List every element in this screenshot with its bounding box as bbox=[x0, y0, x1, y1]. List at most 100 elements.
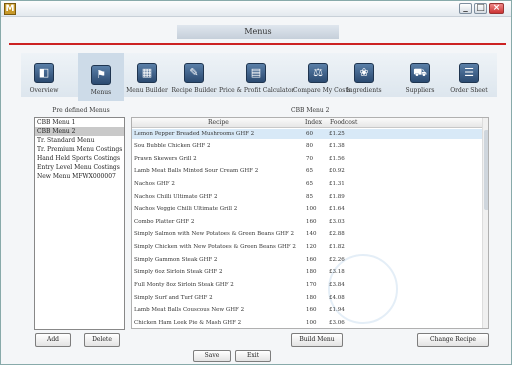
cell-recipe: Lemon Pepper Breaded Mushrooms GHF 2 bbox=[134, 131, 255, 137]
delete-button[interactable]: Delete bbox=[84, 333, 120, 347]
list-item[interactable]: CBB Menu 2 bbox=[35, 127, 124, 136]
toolbar-item-calculator[interactable]: ▤ Price & Profit Calculator bbox=[219, 63, 295, 103]
column-header-recipe[interactable]: Recipe bbox=[208, 119, 229, 126]
toolbar-item-menus[interactable]: ⚑ Menus bbox=[78, 53, 124, 101]
cell-foodcost: £3.03 bbox=[329, 219, 345, 225]
recipe-builder-icon: ✎ bbox=[184, 63, 204, 83]
header-divider bbox=[9, 43, 506, 45]
maximize-button[interactable]: □ bbox=[474, 3, 487, 14]
cell-foodcost: £1.25 bbox=[329, 131, 345, 137]
column-header-foodcost[interactable]: Foodcost bbox=[330, 119, 357, 126]
calculator-icon: ▤ bbox=[246, 63, 266, 83]
table-row[interactable]: Simply Salmon with New Potatoes & Green … bbox=[132, 229, 482, 239]
cell-index: 180 bbox=[306, 269, 317, 275]
cell-recipe: Nachos GHF 2 bbox=[134, 181, 175, 187]
cell-foodcost: £3.06 bbox=[329, 320, 345, 326]
predefined-menus-title: Pre defined Menus bbox=[52, 107, 110, 114]
cell-index: 60 bbox=[306, 131, 313, 137]
ingredients-icon: ❀ bbox=[354, 63, 374, 83]
cell-foodcost: £1.94 bbox=[329, 307, 345, 313]
cell-recipe: Simply 6oz Sirloin Steak GHF 2 bbox=[134, 269, 223, 275]
menu-builder-icon: ▦ bbox=[137, 63, 157, 83]
list-item[interactable]: Tr. Standard Menu bbox=[35, 136, 124, 145]
toolbar-item-recipe-builder[interactable]: ✎ Recipe Builder bbox=[171, 63, 217, 103]
app-icon: M bbox=[4, 3, 16, 15]
table-row[interactable]: Nachos GHF 2 65 £1.31 bbox=[132, 179, 482, 189]
cell-foodcost: £3.18 bbox=[329, 269, 345, 275]
cell-index: 160 bbox=[306, 257, 317, 263]
list-item[interactable]: Hand Held Sports Costings bbox=[35, 154, 124, 163]
page-title: Menus bbox=[177, 25, 339, 39]
recipe-table[interactable]: Recipe Index Foodcost Lemon Pepper Bread… bbox=[131, 117, 489, 329]
table-row[interactable]: Lamb Meat Balls Minted Sour Cream GHF 2 … bbox=[132, 166, 482, 176]
cell-index: 65 bbox=[306, 181, 313, 187]
change-recipe-button[interactable]: Change Recipe bbox=[417, 333, 489, 347]
cell-index: 85 bbox=[306, 194, 313, 200]
cell-recipe: Nachos Veggie Chilli Ultimate Grill 2 bbox=[134, 206, 238, 212]
add-button[interactable]: Add bbox=[35, 333, 71, 347]
table-row[interactable]: Simply 6oz Sirloin Steak GHF 2 180 £3.18 bbox=[132, 267, 482, 277]
cell-foodcost: £0.92 bbox=[329, 168, 345, 174]
toolbar-item-order-sheet[interactable]: ☰ Order Sheet bbox=[447, 63, 491, 103]
cell-foodcost: £1.89 bbox=[329, 194, 345, 200]
scrollbar-thumb[interactable] bbox=[484, 130, 488, 210]
cell-recipe: Nachos Chilli Ultimate GHF 2 bbox=[134, 194, 218, 200]
list-item[interactable]: New Menu MFWX000007 bbox=[35, 172, 124, 181]
table-row[interactable]: Prawn Skewers Grill 2 70 £1.56 bbox=[132, 154, 482, 164]
toolbar-item-label: Menu Builder bbox=[126, 87, 168, 94]
suppliers-icon: ⛟ bbox=[410, 63, 430, 83]
table-row[interactable]: Nachos Chilli Ultimate GHF 2 85 £1.89 bbox=[132, 192, 482, 202]
table-row[interactable]: Chicken Ham Leek Pie & Mash GHF 2 100 £3… bbox=[132, 318, 482, 328]
toolbar-item-label: Order Sheet bbox=[450, 87, 488, 94]
toolbar-item-label: Price & Profit Calculator bbox=[219, 87, 295, 94]
save-button[interactable]: Save bbox=[193, 350, 231, 362]
toolbar-item-ingredients[interactable]: ❀ Ingredients bbox=[343, 63, 385, 103]
list-item[interactable]: Entry Level Menu Costings bbox=[35, 163, 124, 172]
cell-recipe: Sou Bubble Chicken GHF 2 bbox=[134, 143, 211, 149]
toolbar-item-menu-builder[interactable]: ▦ Menu Builder bbox=[125, 63, 169, 103]
toolbar-item-label: Recipe Builder bbox=[171, 87, 217, 94]
toolbar-item-label: Overview bbox=[29, 87, 59, 94]
cell-index: 180 bbox=[306, 295, 317, 301]
predefined-menus-list[interactable]: CBB Menu 1 CBB Menu 2 Tr. Standard Menu … bbox=[34, 117, 125, 330]
cell-foodcost: £3.84 bbox=[329, 282, 345, 288]
toolbar-item-label: Ingredients bbox=[346, 87, 382, 94]
table-row[interactable]: Simply Surf and Turf GHF 2 180 £4.08 bbox=[132, 293, 482, 303]
close-button[interactable]: × bbox=[489, 3, 504, 14]
table-row[interactable]: Simply Chicken with New Potatoes & Green… bbox=[132, 242, 482, 252]
cell-index: 160 bbox=[306, 219, 317, 225]
cell-recipe: Simply Surf and Turf GHF 2 bbox=[134, 295, 213, 301]
table-row[interactable]: Full Monty 8oz Sirloin Steak GHF 2 170 £… bbox=[132, 280, 482, 290]
cell-recipe: Prawn Skewers Grill 2 bbox=[134, 156, 197, 162]
table-row[interactable]: Lemon Pepper Breaded Mushrooms GHF 2 60 … bbox=[132, 129, 482, 139]
table-header: Recipe Index Foodcost bbox=[132, 118, 482, 128]
cell-index: 100 bbox=[306, 206, 317, 212]
toolbar-item-suppliers[interactable]: ⛟ Suppliers bbox=[399, 63, 441, 103]
table-row[interactable]: Lamb Meat Balls Couscous New GHF 2 160 £… bbox=[132, 305, 482, 315]
table-row[interactable]: Sou Bubble Chicken GHF 2 80 £1.38 bbox=[132, 141, 482, 151]
cell-recipe: Full Monty 8oz Sirloin Steak GHF 2 bbox=[134, 282, 234, 288]
compare-costs-icon: ⚖ bbox=[308, 63, 328, 83]
cell-recipe: Chicken Ham Leek Pie & Mash GHF 2 bbox=[134, 320, 242, 326]
column-header-index[interactable]: Index bbox=[305, 119, 322, 126]
toolbar-item-compare-costs[interactable]: ⚖ Compare My Costs bbox=[293, 63, 351, 103]
toolbar-item-label: Compare My Costs bbox=[293, 87, 351, 94]
build-menu-button[interactable]: Build Menu bbox=[291, 333, 343, 347]
cell-index: 80 bbox=[306, 143, 313, 149]
cell-foodcost: £4.08 bbox=[329, 295, 345, 301]
minimize-button[interactable]: _ bbox=[459, 3, 472, 14]
cell-recipe: Simply Chicken with New Potatoes & Green… bbox=[134, 244, 296, 250]
cell-index: 170 bbox=[306, 282, 317, 288]
list-item[interactable]: CBB Menu 1 bbox=[35, 118, 124, 127]
table-row[interactable]: Combo Platter GHF 2 160 £3.03 bbox=[132, 217, 482, 227]
selected-menu-title: CBB Menu 2 bbox=[291, 107, 330, 114]
title-bar: M _ □ × bbox=[1, 1, 511, 17]
list-item[interactable]: Tr. Premium Menu Costings bbox=[35, 145, 124, 154]
cell-recipe: Simply Salmon with New Potatoes & Green … bbox=[134, 231, 295, 237]
exit-button[interactable]: Exit bbox=[235, 350, 271, 362]
table-row[interactable]: Nachos Veggie Chilli Ultimate Grill 2 10… bbox=[132, 204, 482, 214]
cell-recipe: Lamb Meat Balls Minted Sour Cream GHF 2 bbox=[134, 168, 259, 174]
table-row[interactable]: Simply Gammon Steak GHF 2 160 £2.26 bbox=[132, 255, 482, 265]
toolbar-item-overview[interactable]: ◧ Overview bbox=[23, 63, 65, 103]
table-scrollbar[interactable] bbox=[482, 118, 488, 328]
